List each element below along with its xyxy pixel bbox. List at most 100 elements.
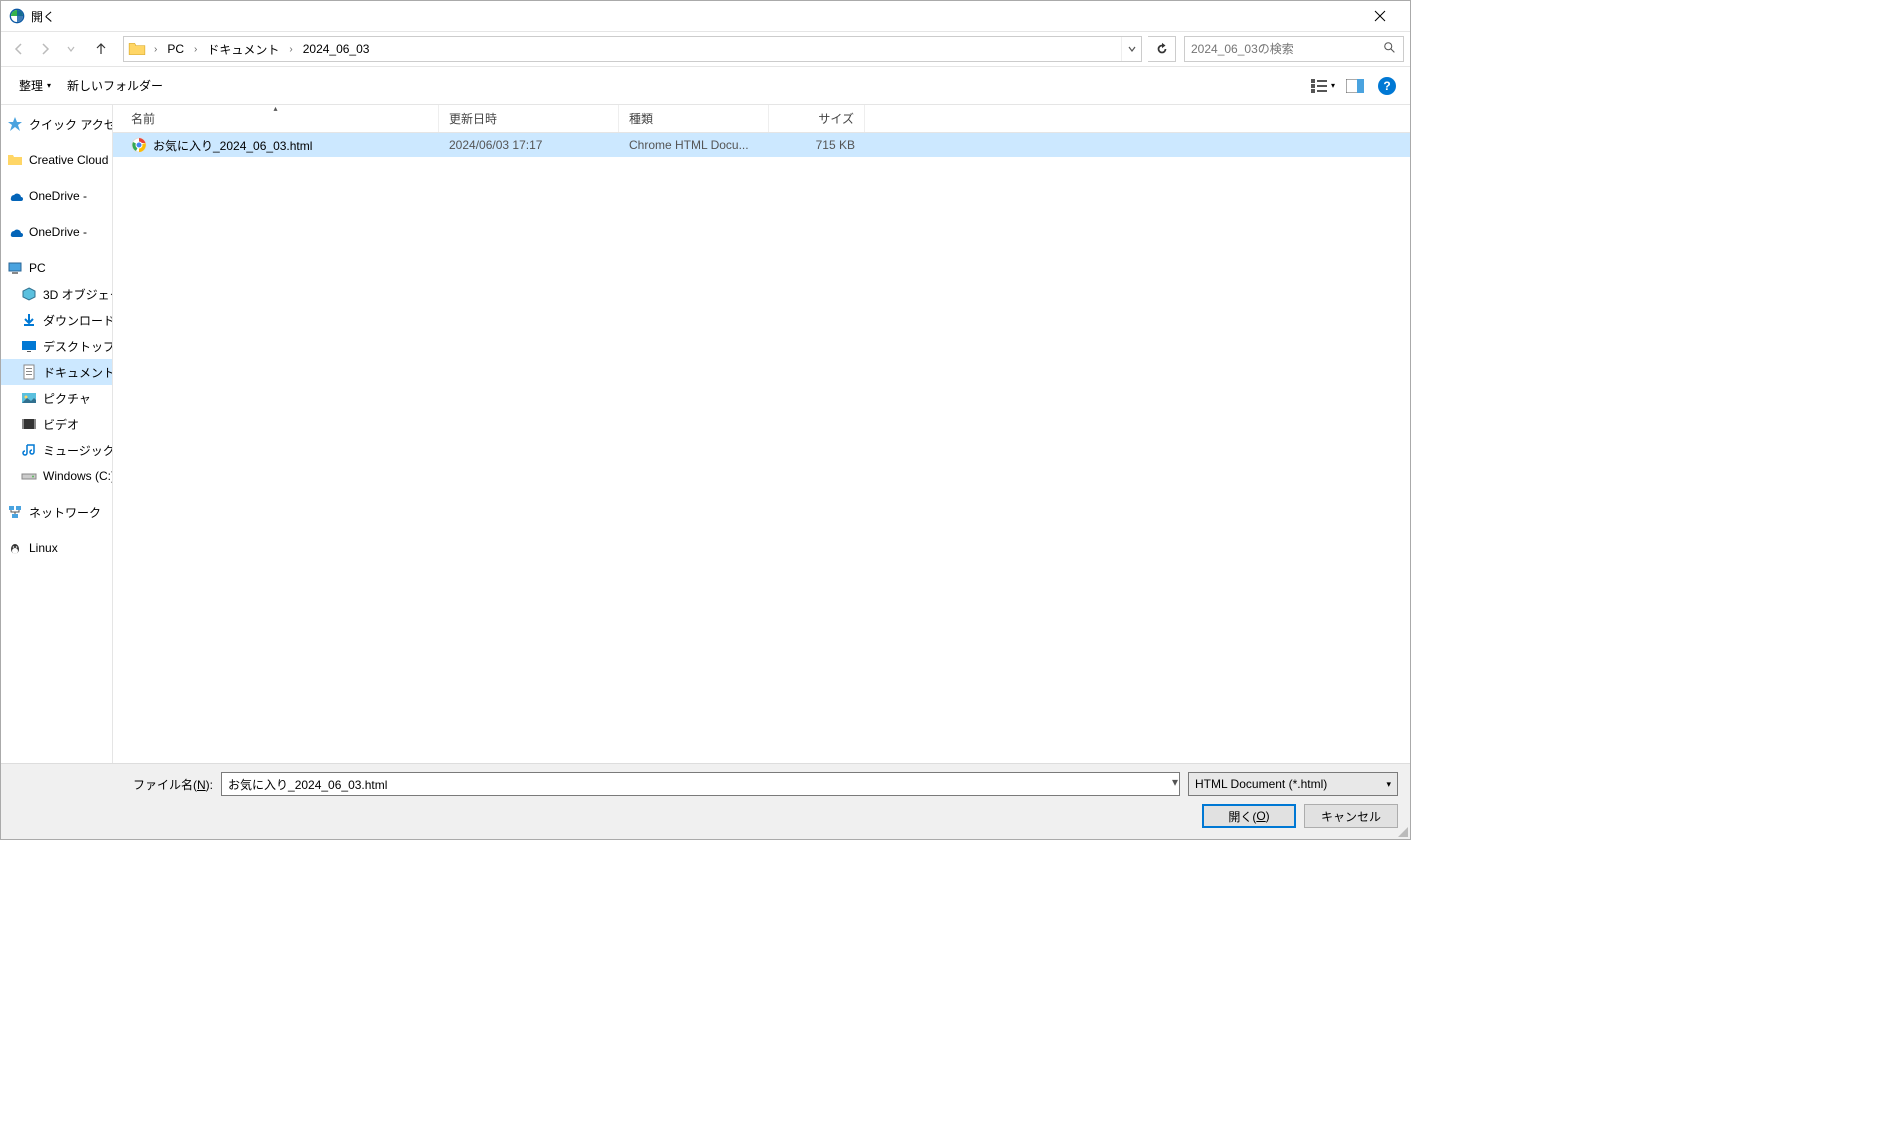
navigation-bar: › PC › ドキュメント › 2024_06_03 xyxy=(1,31,1410,67)
sidebar-item-label: ネットワーク xyxy=(29,504,101,521)
sidebar-item[interactable]: Creative Cloud Files xyxy=(1,147,112,173)
sidebar-item-label: Windows (C:) xyxy=(43,469,112,483)
file-list[interactable]: 名前▴ 更新日時 種類 サイズ お気に入り_2024_06_03.html202… xyxy=(113,105,1410,765)
resize-grip[interactable] xyxy=(1396,825,1408,837)
column-name[interactable]: 名前▴ xyxy=(113,105,439,132)
footer: ファイル名(N): ▾ HTML Document (*.html) ▾ 開く(… xyxy=(1,763,1410,839)
sidebar-item[interactable]: ネットワーク xyxy=(1,499,112,525)
download-icon xyxy=(21,312,37,328)
open-button[interactable]: 開く(O) xyxy=(1202,804,1296,828)
sort-indicator-icon: ▴ xyxy=(273,104,277,113)
sidebar-item[interactable]: PC xyxy=(1,255,112,281)
sidebar-item[interactable]: Windows (C:) xyxy=(1,463,112,489)
pic-icon xyxy=(21,390,37,406)
filename-input[interactable] xyxy=(221,772,1180,796)
search-icon xyxy=(1383,41,1397,58)
sidebar-item[interactable]: ピクチャ xyxy=(1,385,112,411)
sidebar-item[interactable]: Linux xyxy=(1,535,112,561)
navigation-tree[interactable]: クイック アクセスCreative Cloud FilesOneDrive - … xyxy=(1,105,113,765)
sidebar-item[interactable]: クイック アクセス xyxy=(1,111,112,137)
sidebar-item[interactable]: 3D オブジェクト xyxy=(1,281,112,307)
star-icon xyxy=(7,116,23,132)
folder-icon xyxy=(128,40,146,58)
sidebar-item[interactable]: ビデオ xyxy=(1,411,112,437)
breadcrumb-item-documents[interactable]: ドキュメント xyxy=(201,37,285,61)
organize-menu[interactable]: 整理 ▾ xyxy=(11,73,59,98)
sidebar-item[interactable]: デスクトップ xyxy=(1,333,112,359)
sidebar-item-label: クイック アクセス xyxy=(29,116,112,133)
pc-icon xyxy=(7,260,23,276)
window-title: 開く xyxy=(31,8,55,25)
search-input[interactable] xyxy=(1191,42,1383,56)
search-box[interactable] xyxy=(1184,36,1404,62)
onedrive-icon xyxy=(7,224,23,240)
breadcrumb[interactable]: › PC › ドキュメント › 2024_06_03 xyxy=(123,36,1142,62)
chevron-down-icon: ▾ xyxy=(47,81,51,90)
sidebar-item[interactable]: ドキュメント xyxy=(1,359,112,385)
back-button[interactable] xyxy=(7,37,31,61)
breadcrumb-item-pc[interactable]: PC xyxy=(161,37,190,61)
desktop-icon xyxy=(21,338,37,354)
file-size-cell: 715 KB xyxy=(769,138,865,152)
sidebar-item[interactable]: ダウンロード xyxy=(1,307,112,333)
view-menu[interactable]: ▾ xyxy=(1310,73,1336,99)
organize-label: 整理 xyxy=(19,77,43,94)
filter-label: HTML Document (*.html) xyxy=(1195,777,1327,791)
column-date[interactable]: 更新日時 xyxy=(439,105,619,132)
sidebar-item-label: PC xyxy=(29,261,46,275)
drive-icon xyxy=(21,468,37,484)
sidebar-item-label: ビデオ xyxy=(43,416,79,433)
up-button[interactable] xyxy=(89,37,113,61)
doc-icon xyxy=(21,364,37,380)
sidebar-item-label: Creative Cloud Files xyxy=(29,153,112,167)
command-bar: 整理 ▾ 新しいフォルダー ▾ ? xyxy=(1,67,1410,105)
linux-icon xyxy=(7,540,23,556)
column-size[interactable]: サイズ xyxy=(769,105,865,132)
app-icon xyxy=(9,8,25,24)
sidebar-item[interactable]: OneDrive - xyxy=(1,219,112,245)
music-icon xyxy=(21,442,37,458)
new-folder-label: 新しいフォルダー xyxy=(67,77,163,94)
forward-button[interactable] xyxy=(33,37,57,61)
chevron-down-icon: ▾ xyxy=(1386,779,1391,790)
file-date-cell: 2024/06/03 17:17 xyxy=(439,138,619,152)
breadcrumb-item-folder[interactable]: 2024_06_03 xyxy=(297,37,376,61)
refresh-button[interactable] xyxy=(1148,36,1176,62)
titlebar: 開く xyxy=(1,1,1410,31)
sidebar-item-label: ピクチャ xyxy=(43,390,91,407)
column-type[interactable]: 種類 xyxy=(619,105,769,132)
column-headers: 名前▴ 更新日時 種類 サイズ xyxy=(113,105,1410,133)
file-name-cell: お気に入り_2024_06_03.html xyxy=(113,137,439,154)
new-folder-button[interactable]: 新しいフォルダー xyxy=(59,73,171,98)
3d-icon xyxy=(21,286,37,302)
sidebar-item-label: Linux xyxy=(29,541,58,555)
sidebar-item-label: ミュージック xyxy=(43,442,112,459)
sidebar-item-label: ダウンロード xyxy=(43,312,112,329)
sidebar-item-label: デスクトップ xyxy=(43,338,112,355)
recent-dropdown[interactable] xyxy=(59,37,83,61)
breadcrumb-dropdown[interactable] xyxy=(1121,37,1141,61)
help-button[interactable]: ? xyxy=(1374,73,1400,99)
chevron-right-icon[interactable]: › xyxy=(150,44,161,55)
chevron-right-icon[interactable]: › xyxy=(190,44,201,55)
cancel-button[interactable]: キャンセル xyxy=(1304,804,1398,828)
sidebar-item-label: OneDrive - xyxy=(29,225,87,239)
video-icon xyxy=(21,416,37,432)
sidebar-item-label: ドキュメント xyxy=(43,364,112,381)
help-icon: ? xyxy=(1378,77,1396,95)
file-row[interactable]: お気に入り_2024_06_03.html2024/06/03 17:17Chr… xyxy=(113,133,1410,157)
content-area: クイック アクセスCreative Cloud FilesOneDrive - … xyxy=(1,105,1410,765)
chrome-icon xyxy=(131,137,147,153)
sidebar-item-label: OneDrive - xyxy=(29,189,87,203)
network-icon xyxy=(7,504,23,520)
close-button[interactable] xyxy=(1357,1,1402,31)
chevron-right-icon[interactable]: › xyxy=(285,44,296,55)
sidebar-item[interactable]: OneDrive - xyxy=(1,183,112,209)
file-type-cell: Chrome HTML Docu... xyxy=(619,138,769,152)
file-type-filter[interactable]: HTML Document (*.html) ▾ xyxy=(1188,772,1398,796)
preview-pane-button[interactable] xyxy=(1342,73,1368,99)
onedrive-icon xyxy=(7,188,23,204)
sidebar-item[interactable]: ミュージック xyxy=(1,437,112,463)
filename-label: ファイル名(N): xyxy=(133,776,213,793)
sidebar-item-label: 3D オブジェクト xyxy=(43,286,112,303)
